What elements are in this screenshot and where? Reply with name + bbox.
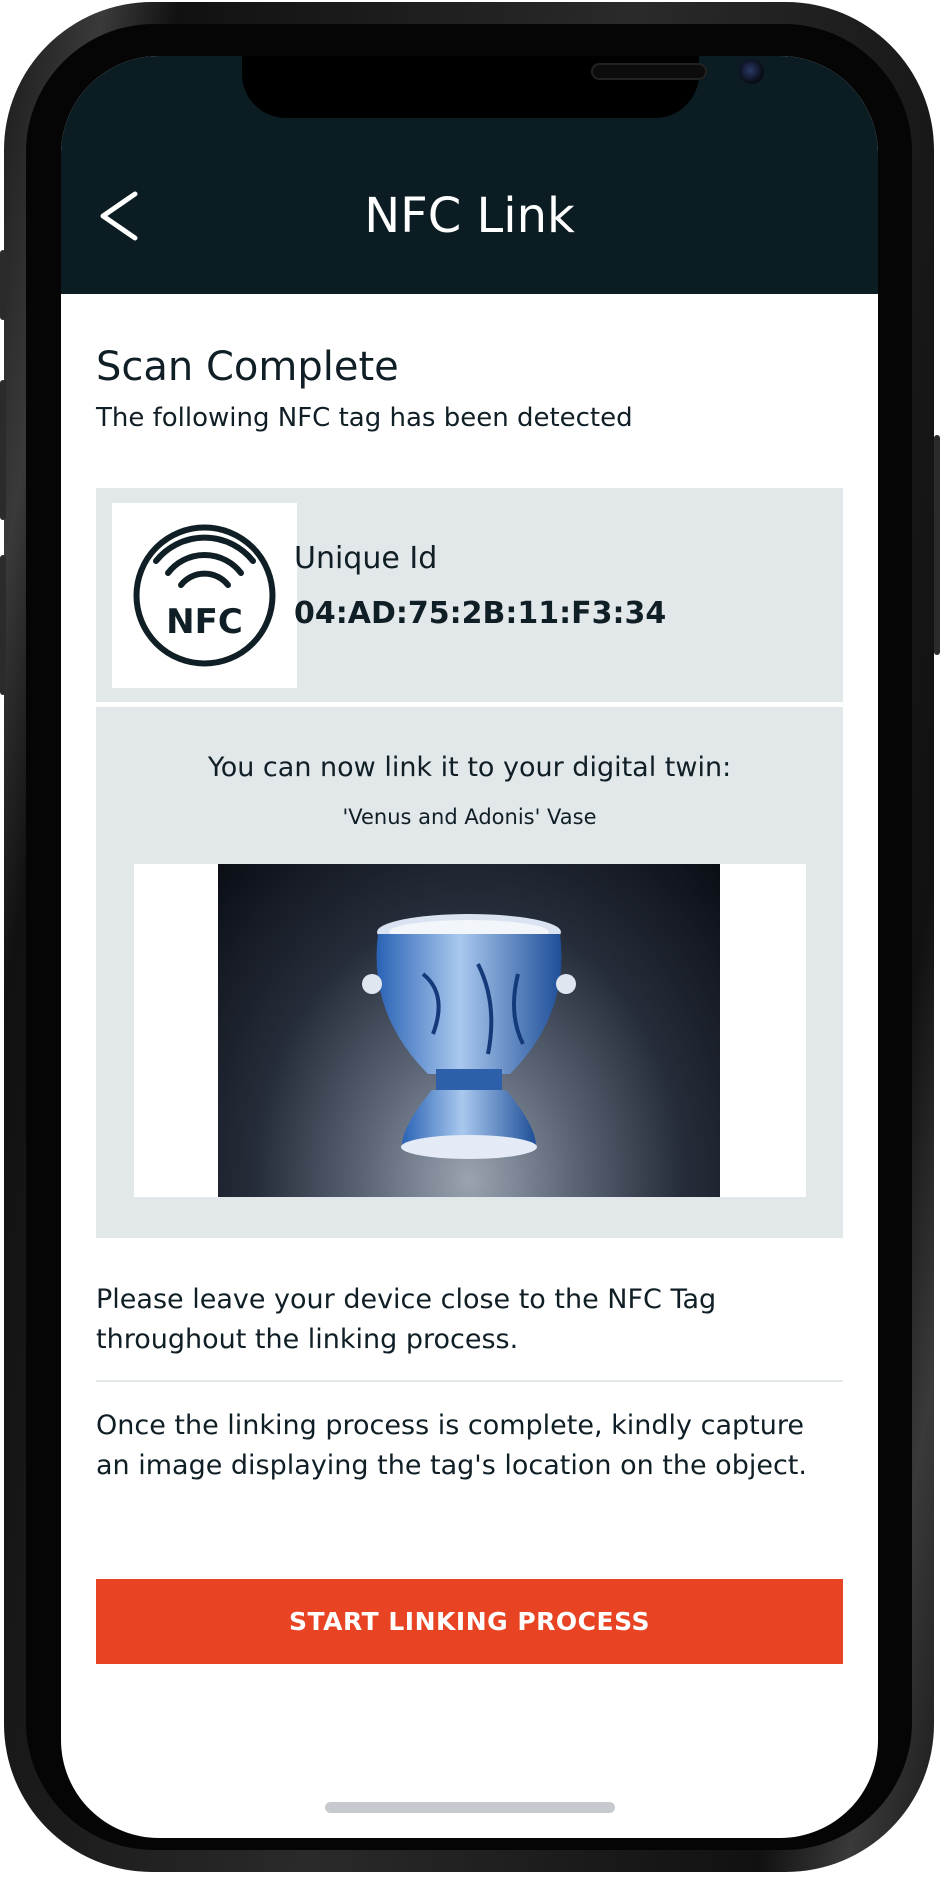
front-camera xyxy=(739,59,764,84)
app-screen: NFC Link Scan Complete The following NFC… xyxy=(61,56,878,1838)
device-notch xyxy=(242,56,764,118)
scan-heading: Scan Complete xyxy=(96,344,399,390)
tag-card: NFC xyxy=(96,488,843,702)
page-title: NFC Link xyxy=(364,188,575,244)
nfc-logo-text: NFC xyxy=(166,602,243,642)
uid-value: 04:AD:75:2B:11:F3:34 xyxy=(294,596,667,631)
vase-image xyxy=(218,864,720,1197)
divider xyxy=(96,1380,843,1382)
power-button xyxy=(934,435,940,655)
nfc-logo-box: NFC xyxy=(112,503,297,688)
instruction-proximity: Please leave your device close to the NF… xyxy=(96,1284,717,1355)
digital-twin-name: 'Venus and Adonis' Vase xyxy=(342,805,597,829)
twin-image-frame xyxy=(134,864,806,1197)
volume-down-button xyxy=(0,555,6,695)
mute-switch xyxy=(0,250,6,320)
earpiece-speaker xyxy=(591,63,707,80)
link-prompt: You can now link it to your digital twin… xyxy=(207,752,732,783)
vase-illustration xyxy=(362,914,576,1159)
volume-up-button xyxy=(0,380,6,520)
uid-label: Unique Id xyxy=(294,541,438,576)
instruction-capture: Once the linking process is complete, ki… xyxy=(96,1410,807,1481)
start-linking-button[interactable]: START LINKING PROCESS xyxy=(96,1579,843,1664)
home-indicator[interactable] xyxy=(325,1802,615,1813)
scan-subtitle: The following NFC tag has been detected xyxy=(96,403,633,433)
nfc-logo-icon: NFC xyxy=(133,524,276,667)
